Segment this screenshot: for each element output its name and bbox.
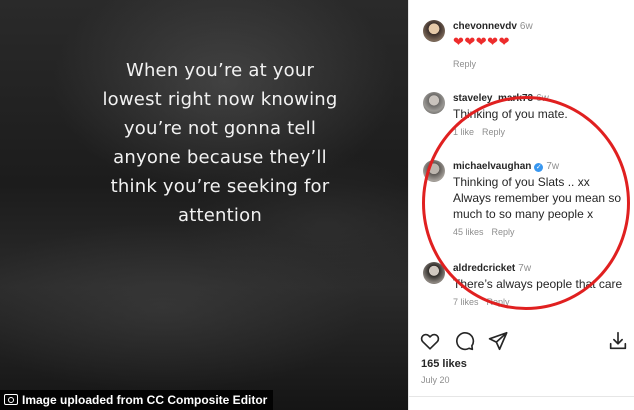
comments-panel: chevonnevdv 6w ❤❤❤❤❤ Reply staveley_mark7… xyxy=(408,0,634,410)
quote-line: When you’re at your xyxy=(125,60,315,81)
comment-likes[interactable]: 1 like xyxy=(453,127,474,137)
reply-button[interactable]: Reply xyxy=(492,227,515,237)
quote-line: attention xyxy=(178,205,262,226)
reply-button[interactable]: Reply xyxy=(487,297,510,307)
comment-username[interactable]: chevonnevdv xyxy=(453,21,517,32)
comment-icon[interactable] xyxy=(453,330,475,352)
comment-likes[interactable]: 45 likes xyxy=(453,227,484,237)
avatar[interactable] xyxy=(423,20,445,42)
share-icon[interactable] xyxy=(487,330,509,352)
avatar[interactable] xyxy=(423,92,445,114)
credit-text: Image uploaded from CC Composite Editor xyxy=(22,393,268,407)
comment-text-line: Thinking of you Slats .. xx xyxy=(453,175,590,189)
comment-time: 7w xyxy=(518,263,532,274)
quote-line: anyone because they’ll xyxy=(113,147,327,168)
comment-likes[interactable]: 7 likes xyxy=(453,297,479,307)
comment-time: 7w xyxy=(546,161,560,172)
action-bar xyxy=(419,330,629,352)
hearts-emoji: ❤❤❤❤❤ xyxy=(453,34,510,49)
comment-username[interactable]: staveley_mark73 xyxy=(453,93,533,104)
quote-line: you’re not gonna tell xyxy=(123,118,317,139)
comment-time: 6w xyxy=(536,93,549,104)
comment-username[interactable]: aldredcricket xyxy=(453,263,515,274)
verified-icon: ✓ xyxy=(534,163,544,172)
quote-text: When you’re at your lowest right now kno… xyxy=(70,56,370,230)
quote-line: think you’re seeking for xyxy=(110,176,330,197)
camera-icon xyxy=(4,394,18,405)
comment-text-line: Always remember you mean so xyxy=(453,191,622,205)
save-icon[interactable] xyxy=(607,330,629,352)
avatar[interactable] xyxy=(423,160,445,182)
post-date: July 20 xyxy=(421,375,450,385)
reply-button[interactable]: Reply xyxy=(482,127,505,137)
reply-button[interactable]: Reply xyxy=(453,59,476,69)
heart-icon[interactable] xyxy=(419,330,441,352)
comment-text: Thinking of you mate. xyxy=(453,107,568,121)
comment-username[interactable]: michaelvaughan xyxy=(453,161,531,172)
comment-time: 6w xyxy=(519,21,533,32)
quote-line: lowest right now knowing xyxy=(102,89,338,110)
panel-divider xyxy=(409,396,634,397)
post-image: When you’re at your lowest right now kno… xyxy=(0,0,408,410)
image-credit: Image uploaded from CC Composite Editor xyxy=(0,390,274,410)
comment-text-line: much to so many people x xyxy=(453,207,594,221)
post-likes[interactable]: 165 likes xyxy=(421,358,467,370)
comment-text: There’s always people that care xyxy=(453,277,623,291)
avatar[interactable] xyxy=(423,262,445,284)
